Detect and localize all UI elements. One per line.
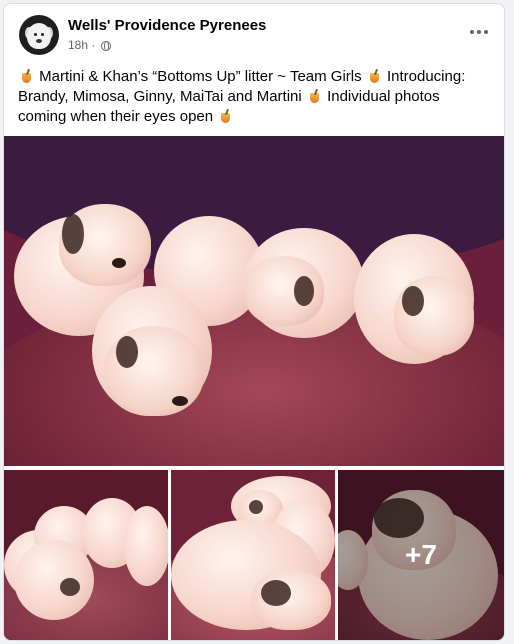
post-text: Martini & Khan’s “Bottoms Up” litter ~ T… bbox=[18, 67, 492, 127]
post-card: Wells' Providence Pyrenees 18h · Martini… bbox=[3, 3, 505, 641]
cocktail-emoji-icon bbox=[369, 69, 380, 83]
cocktail-emoji-icon bbox=[309, 89, 320, 103]
main-photo[interactable] bbox=[4, 136, 504, 466]
more-photos-count[interactable]: +7 bbox=[338, 470, 504, 640]
thumbnail-photo-2[interactable] bbox=[171, 470, 335, 640]
meta-separator: · bbox=[91, 38, 96, 52]
cocktail-emoji-icon bbox=[21, 69, 32, 83]
thumbnail-photo-1[interactable] bbox=[4, 470, 168, 640]
page-name-link[interactable]: Wells' Providence Pyrenees bbox=[68, 17, 266, 34]
post-timestamp[interactable]: 18h bbox=[68, 38, 88, 52]
post-meta: 18h · bbox=[68, 38, 111, 52]
more-photos-thumbnail[interactable]: +7 bbox=[338, 470, 504, 640]
post-header: Wells' Providence Pyrenees 18h · bbox=[4, 4, 504, 60]
globe-icon[interactable] bbox=[100, 40, 111, 51]
more-options-icon bbox=[470, 30, 474, 34]
more-options-button[interactable] bbox=[464, 22, 494, 42]
cocktail-emoji-icon bbox=[220, 109, 231, 123]
post-text-segment-1: Martini & Khan’s “Bottoms Up” litter ~ T… bbox=[39, 68, 362, 85]
page-avatar[interactable] bbox=[19, 15, 59, 55]
